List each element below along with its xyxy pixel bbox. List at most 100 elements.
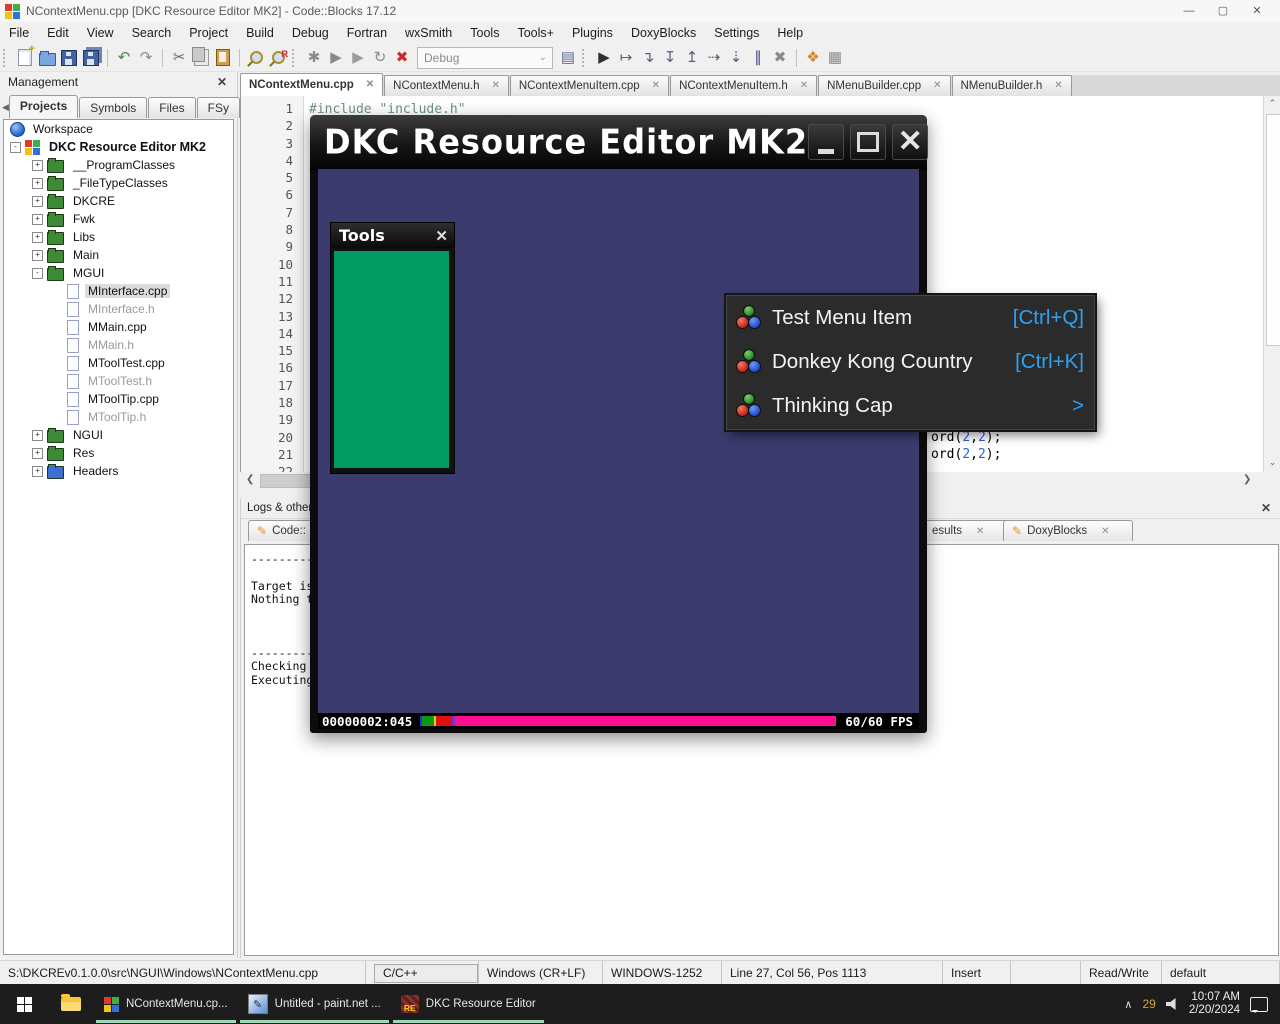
logs-tab-doxyblocks[interactable]: ✎DoxyBlocks✕ (1003, 520, 1133, 541)
tools-palette-swatch[interactable] (334, 251, 449, 468)
tree-item-mmain-cpp[interactable]: MMain.cpp (4, 318, 233, 336)
expand-icon[interactable]: + (32, 466, 43, 477)
tab-close-icon[interactable]: ✕ (800, 80, 808, 91)
editor-tab-nmenubuilder-cpp[interactable]: NMenuBuilder.cpp✕ (818, 75, 950, 96)
menu-edit[interactable]: Edit (38, 22, 78, 44)
menu-plugins[interactable]: Plugins (563, 22, 622, 44)
undo-button[interactable]: ↶ (113, 47, 135, 69)
window-close-button[interactable]: ✕ (1240, 0, 1274, 22)
scroll-down-icon[interactable]: ⌄ (1264, 457, 1280, 468)
context-menu-item-donkey-kong-country[interactable]: Donkey Kong Country[Ctrl+K] (727, 340, 1094, 384)
menu-help[interactable]: Help (768, 22, 812, 44)
cut-button[interactable]: ✂ (168, 47, 190, 69)
logs-close-icon[interactable]: ✕ (1261, 501, 1271, 515)
expand-icon[interactable]: + (32, 196, 43, 207)
expand-icon[interactable]: + (32, 232, 43, 243)
paste-button[interactable] (212, 47, 234, 69)
show-compiler-options-button[interactable]: ▤ (557, 47, 579, 69)
redo-button[interactable]: ↷ (135, 47, 157, 69)
tab-close-icon[interactable]: ✕ (366, 79, 374, 90)
save-all-button[interactable] (80, 47, 102, 69)
stop-debugger-button[interactable]: ✖ (769, 47, 791, 69)
volume-icon[interactable] (1166, 998, 1179, 1010)
dkc-minimize-button[interactable] (808, 124, 844, 160)
expand-icon[interactable]: + (32, 430, 43, 441)
menu-wxsmith[interactable]: wxSmith (396, 22, 461, 44)
action-center-icon[interactable] (1250, 997, 1268, 1012)
taskbar-app-codeblocks[interactable]: NContextMenu.cp... (94, 984, 238, 1024)
window-minimize-button[interactable]: — (1172, 0, 1206, 22)
editor-tab-ncontextmenuitem-h[interactable]: NContextMenuItem.h✕ (670, 75, 817, 96)
tab-close-icon[interactable]: ✕ (652, 80, 660, 91)
collapse-icon[interactable]: - (32, 268, 43, 279)
find-replace-button[interactable] (267, 47, 289, 69)
management-tab-fsy[interactable]: FSy (197, 97, 240, 118)
editor-tab-ncontextmenu-cpp[interactable]: NContextMenu.cpp✕ (240, 73, 383, 96)
menu-debug[interactable]: Debug (283, 22, 338, 44)
vscroll-thumb[interactable] (1266, 114, 1280, 346)
tools-palette[interactable]: Tools ✕ (330, 222, 455, 474)
context-menu-item-test-menu-item[interactable]: Test Menu Item[Ctrl+Q] (727, 296, 1094, 340)
tree-item-res[interactable]: +Res (4, 444, 233, 462)
dkc-close-button[interactable]: ✕ (892, 124, 928, 160)
tree-item-mgui[interactable]: -MGUI (4, 264, 233, 282)
build-and-run-button[interactable]: ▶ (347, 47, 369, 69)
tree-item-minterface-h[interactable]: MInterface.h (4, 300, 233, 318)
various-info-button[interactable]: ▦ (824, 47, 846, 69)
build-target-select[interactable]: Debug⌄ (417, 47, 553, 69)
taskbar-app-paintnet[interactable]: ✎Untitled - paint.net ... (238, 984, 391, 1024)
tree-item-fwk[interactable]: +Fwk (4, 210, 233, 228)
menu-build[interactable]: Build (237, 22, 283, 44)
tree-item-libs[interactable]: +Libs (4, 228, 233, 246)
management-tab-files[interactable]: Files (148, 97, 195, 118)
find-button[interactable] (245, 47, 267, 69)
dkc-maximize-button[interactable] (850, 124, 886, 160)
tree-item--programclasses[interactable]: +__ProgramClasses (4, 156, 233, 174)
tab-close-icon[interactable]: ✕ (1101, 526, 1109, 537)
tree-item-mmain-h[interactable]: MMain.h (4, 336, 233, 354)
dkc-titlebar[interactable]: DKC Resource Editor MK2 ✕ (310, 115, 927, 170)
taskbar-app-dkc[interactable]: REDKC Resource Editor (391, 984, 546, 1024)
step-out-button[interactable]: ↥ (681, 47, 703, 69)
tree-item-main[interactable]: +Main (4, 246, 233, 264)
tab-close-icon[interactable]: ✕ (491, 80, 499, 91)
tab-close-icon[interactable]: ✕ (1054, 80, 1062, 91)
editor-tab-nmenubuilder-h[interactable]: NMenuBuilder.h✕ (952, 75, 1072, 96)
management-tab-symbols[interactable]: Symbols (79, 97, 147, 118)
tree-item--filetypeclasses[interactable]: +_FileTypeClasses (4, 174, 233, 192)
tools-palette-titlebar[interactable]: Tools ✕ (331, 223, 454, 248)
combo-dropdown-icon[interactable]: ⌄ (539, 52, 547, 63)
expand-icon[interactable]: + (32, 214, 43, 225)
expand-icon[interactable]: + (32, 178, 43, 189)
scroll-right-icon[interactable]: ❯ (1243, 474, 1251, 485)
break-debugger-button[interactable]: ∥ (747, 47, 769, 69)
tab-close-icon[interactable]: ✕ (976, 526, 984, 537)
start-button[interactable] (0, 984, 48, 1024)
tree-item-mtooltip-cpp[interactable]: MToolTip.cpp (4, 390, 233, 408)
dkc-canvas[interactable]: Tools ✕ (318, 169, 919, 713)
step-into-button[interactable]: ↧ (659, 47, 681, 69)
run-to-cursor-button[interactable]: ↦ (615, 47, 637, 69)
menu-file[interactable]: File (0, 22, 38, 44)
run-button[interactable]: ▶ (325, 47, 347, 69)
debug-continue-button[interactable]: ▶ (593, 47, 615, 69)
abort-button[interactable]: ✖ (391, 47, 413, 69)
tree-item-minterface-cpp[interactable]: MInterface.cpp (4, 282, 233, 300)
tree-item-mtooltest-cpp[interactable]: MToolTest.cpp (4, 354, 233, 372)
tree-item-dkc-resource-editor-mk2[interactable]: -DKC Resource Editor MK2 (4, 138, 233, 156)
menu-settings[interactable]: Settings (705, 22, 768, 44)
editor-tab-ncontextmenuitem-cpp[interactable]: NContextMenuItem.cpp✕ (510, 75, 669, 96)
tools-palette-close-icon[interactable]: ✕ (435, 227, 448, 245)
editor-vertical-scrollbar[interactable]: ⌃ ⌄ (1263, 96, 1280, 472)
tab-scroll-left-icon[interactable]: ◀ (2, 102, 9, 113)
tree-item-mtooltip-h[interactable]: MToolTip.h (4, 408, 233, 426)
tree-item-ngui[interactable]: +NGUI (4, 426, 233, 444)
context-menu-item-thinking-cap[interactable]: Thinking Cap> (727, 384, 1094, 428)
copy-button[interactable] (190, 47, 212, 69)
step-into-instruction-button[interactable]: ⇣ (725, 47, 747, 69)
file-explorer-button[interactable] (48, 984, 94, 1024)
expand-icon[interactable]: + (32, 250, 43, 261)
collapse-icon[interactable]: - (10, 142, 21, 153)
next-instruction-button[interactable]: ⇢ (703, 47, 725, 69)
menu-doxyblocks[interactable]: DoxyBlocks (622, 22, 705, 44)
